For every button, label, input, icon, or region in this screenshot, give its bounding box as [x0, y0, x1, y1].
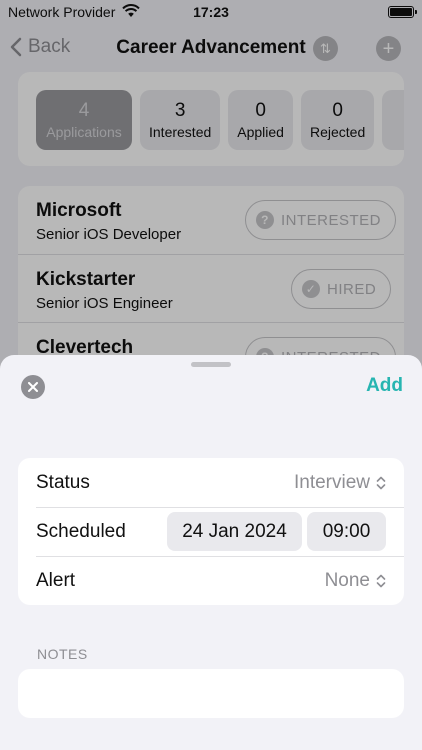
status-row[interactable]: Status Interview — [18, 458, 404, 507]
alert-picker[interactable]: None — [325, 570, 386, 592]
sheet-grabber[interactable] — [191, 362, 231, 367]
close-icon — [28, 382, 38, 392]
chevron-up-down-icon — [376, 574, 386, 588]
alert-row[interactable]: Alert None — [18, 556, 404, 605]
status-value: Interview — [293, 472, 370, 493]
scheduled-label: Scheduled — [36, 521, 126, 542]
add-entry-sheet: Add Status Interview Scheduled 24 Jan 20… — [0, 355, 422, 750]
close-button[interactable] — [21, 375, 45, 399]
time-picker[interactable]: 09:00 — [307, 512, 386, 551]
chevron-up-down-icon — [376, 476, 386, 490]
alert-value: None — [324, 570, 370, 591]
entry-form: Status Interview Scheduled 24 Jan 2024 0… — [18, 458, 404, 605]
add-button[interactable]: Add — [366, 375, 403, 397]
status-picker[interactable]: Interview — [294, 472, 386, 494]
date-picker[interactable]: 24 Jan 2024 — [167, 512, 302, 551]
notes-field[interactable] — [18, 669, 404, 718]
notes-section-header: NOTES — [37, 646, 88, 662]
scheduled-row: Scheduled 24 Jan 2024 09:00 — [18, 507, 404, 556]
alert-label: Alert — [36, 570, 76, 591]
status-label: Status — [36, 472, 90, 493]
